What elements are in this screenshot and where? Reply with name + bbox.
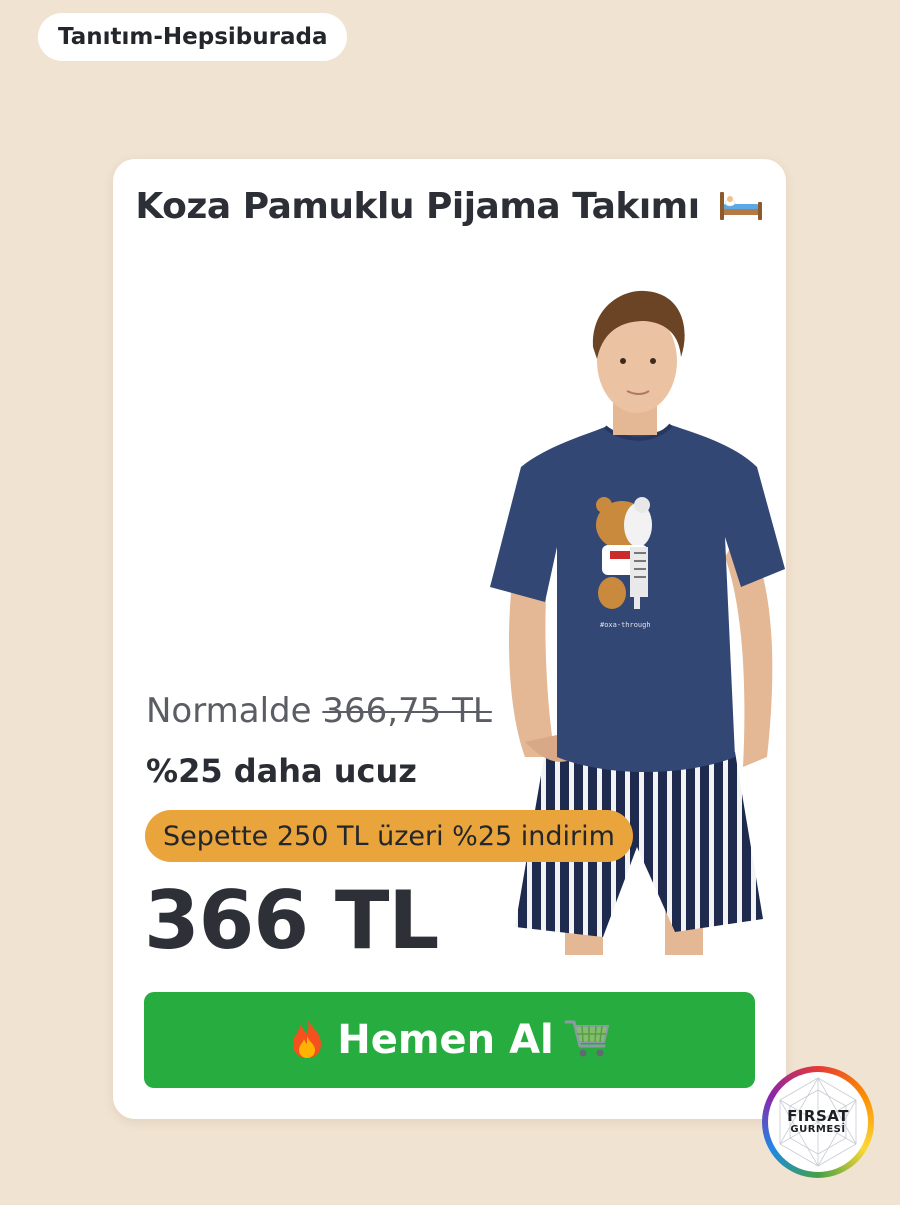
buy-now-label: Hemen Al [337,1017,554,1063]
sponsored-tag-label: Tanıtım-Hepsiburada [58,24,328,50]
product-title: Koza Pamuklu Pijama Takımı [135,186,700,227]
normal-price-prefix: Normalde [146,691,312,731]
product-card[interactable]: Koza Pamuklu Pijama Takımı #oxa-through … [113,159,786,1119]
logo-text-line1: FIRSAT [787,1106,849,1125]
shirt-print-text: #oxa-through [600,621,651,629]
buy-now-button[interactable]: Hemen Al [144,992,755,1088]
sponsored-tag: Tanıtım-Hepsiburada [38,13,348,61]
fire-icon [287,1016,327,1065]
final-price: 366 TL [144,874,439,967]
bed-icon [718,190,764,231]
cart-promo-text: Sepette 250 TL üzeri %25 indirim [163,820,615,852]
shopping-cart-icon [564,1016,612,1065]
firsat-gurmesi-logo: FIRSAT GURMESİ [762,1066,874,1178]
normal-price: Normalde 366,75 TL [146,691,492,731]
product-title-row: Koza Pamuklu Pijama Takımı [113,186,786,231]
logo-inner: FIRSAT GURMESİ [768,1072,868,1172]
logo-text-line2: GURMESİ [790,1123,846,1135]
discount-percentage: %25 daha ucuz [146,752,417,790]
old-price: 366,75 TL [322,691,492,731]
cart-promo-badge: Sepette 250 TL üzeri %25 indirim [145,810,633,862]
